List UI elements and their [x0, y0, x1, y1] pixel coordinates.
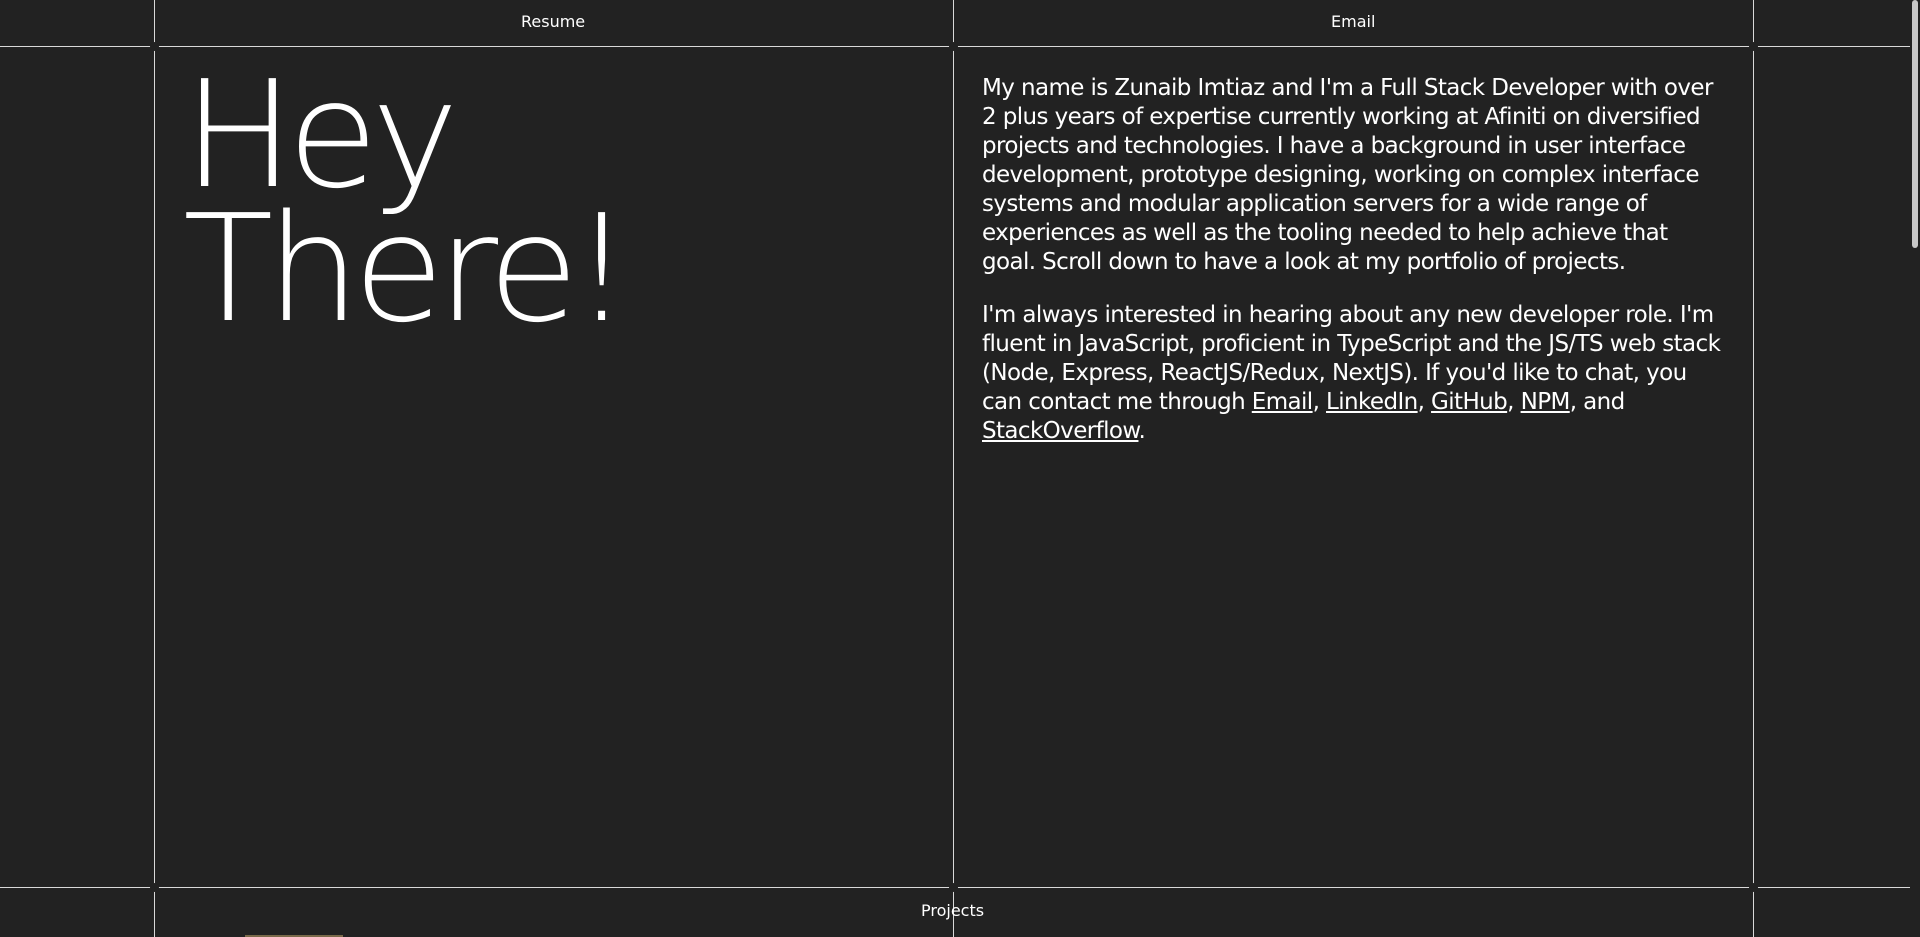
separator: , — [1417, 389, 1432, 415]
email-contact-link[interactable]: Email — [1252, 389, 1313, 415]
grid-intersection-dot — [1749, 883, 1758, 892]
grid-intersection-dot — [150, 883, 159, 892]
scrollbar-thumb[interactable] — [1912, 0, 1918, 248]
bio-paragraph-1: My name is Zunaib Imtiaz and I'm a Full … — [982, 75, 1713, 275]
separator: , — [1312, 389, 1327, 415]
page: Resume Email Hey There! My name is Zunai… — [0, 0, 1920, 937]
email-link[interactable]: Email — [1331, 12, 1375, 31]
bio-section: My name is Zunaib Imtiaz and I'm a Full … — [982, 74, 1722, 470]
grid-intersection-dot — [949, 883, 958, 892]
hero-line-2: There! — [183, 183, 631, 355]
hero-line-1: Hey — [183, 49, 459, 221]
separator: , — [1507, 389, 1521, 415]
stackoverflow-link[interactable]: StackOverflow — [982, 418, 1139, 444]
grid-intersection-dot — [150, 42, 159, 51]
resume-link[interactable]: Resume — [521, 12, 585, 31]
hero-heading: Hey There! — [183, 49, 631, 355]
scrollbar[interactable] — [1910, 0, 1920, 937]
separator: , and — [1569, 389, 1626, 415]
bio-end-punctuation: . — [1138, 418, 1146, 444]
grid-line-middle — [953, 0, 954, 937]
grid-line-right — [1753, 0, 1754, 937]
bio-paragraph-2: I'm always interested in hearing about a… — [982, 301, 1722, 446]
projects-link[interactable]: Projects — [921, 901, 984, 920]
github-link[interactable]: GitHub — [1431, 389, 1508, 415]
linkedin-link[interactable]: LinkedIn — [1326, 389, 1418, 415]
npm-link[interactable]: NPM — [1521, 389, 1571, 415]
grid-line-left — [154, 0, 155, 937]
grid-intersection-dot — [1749, 42, 1758, 51]
grid-intersection-dot — [949, 42, 958, 51]
